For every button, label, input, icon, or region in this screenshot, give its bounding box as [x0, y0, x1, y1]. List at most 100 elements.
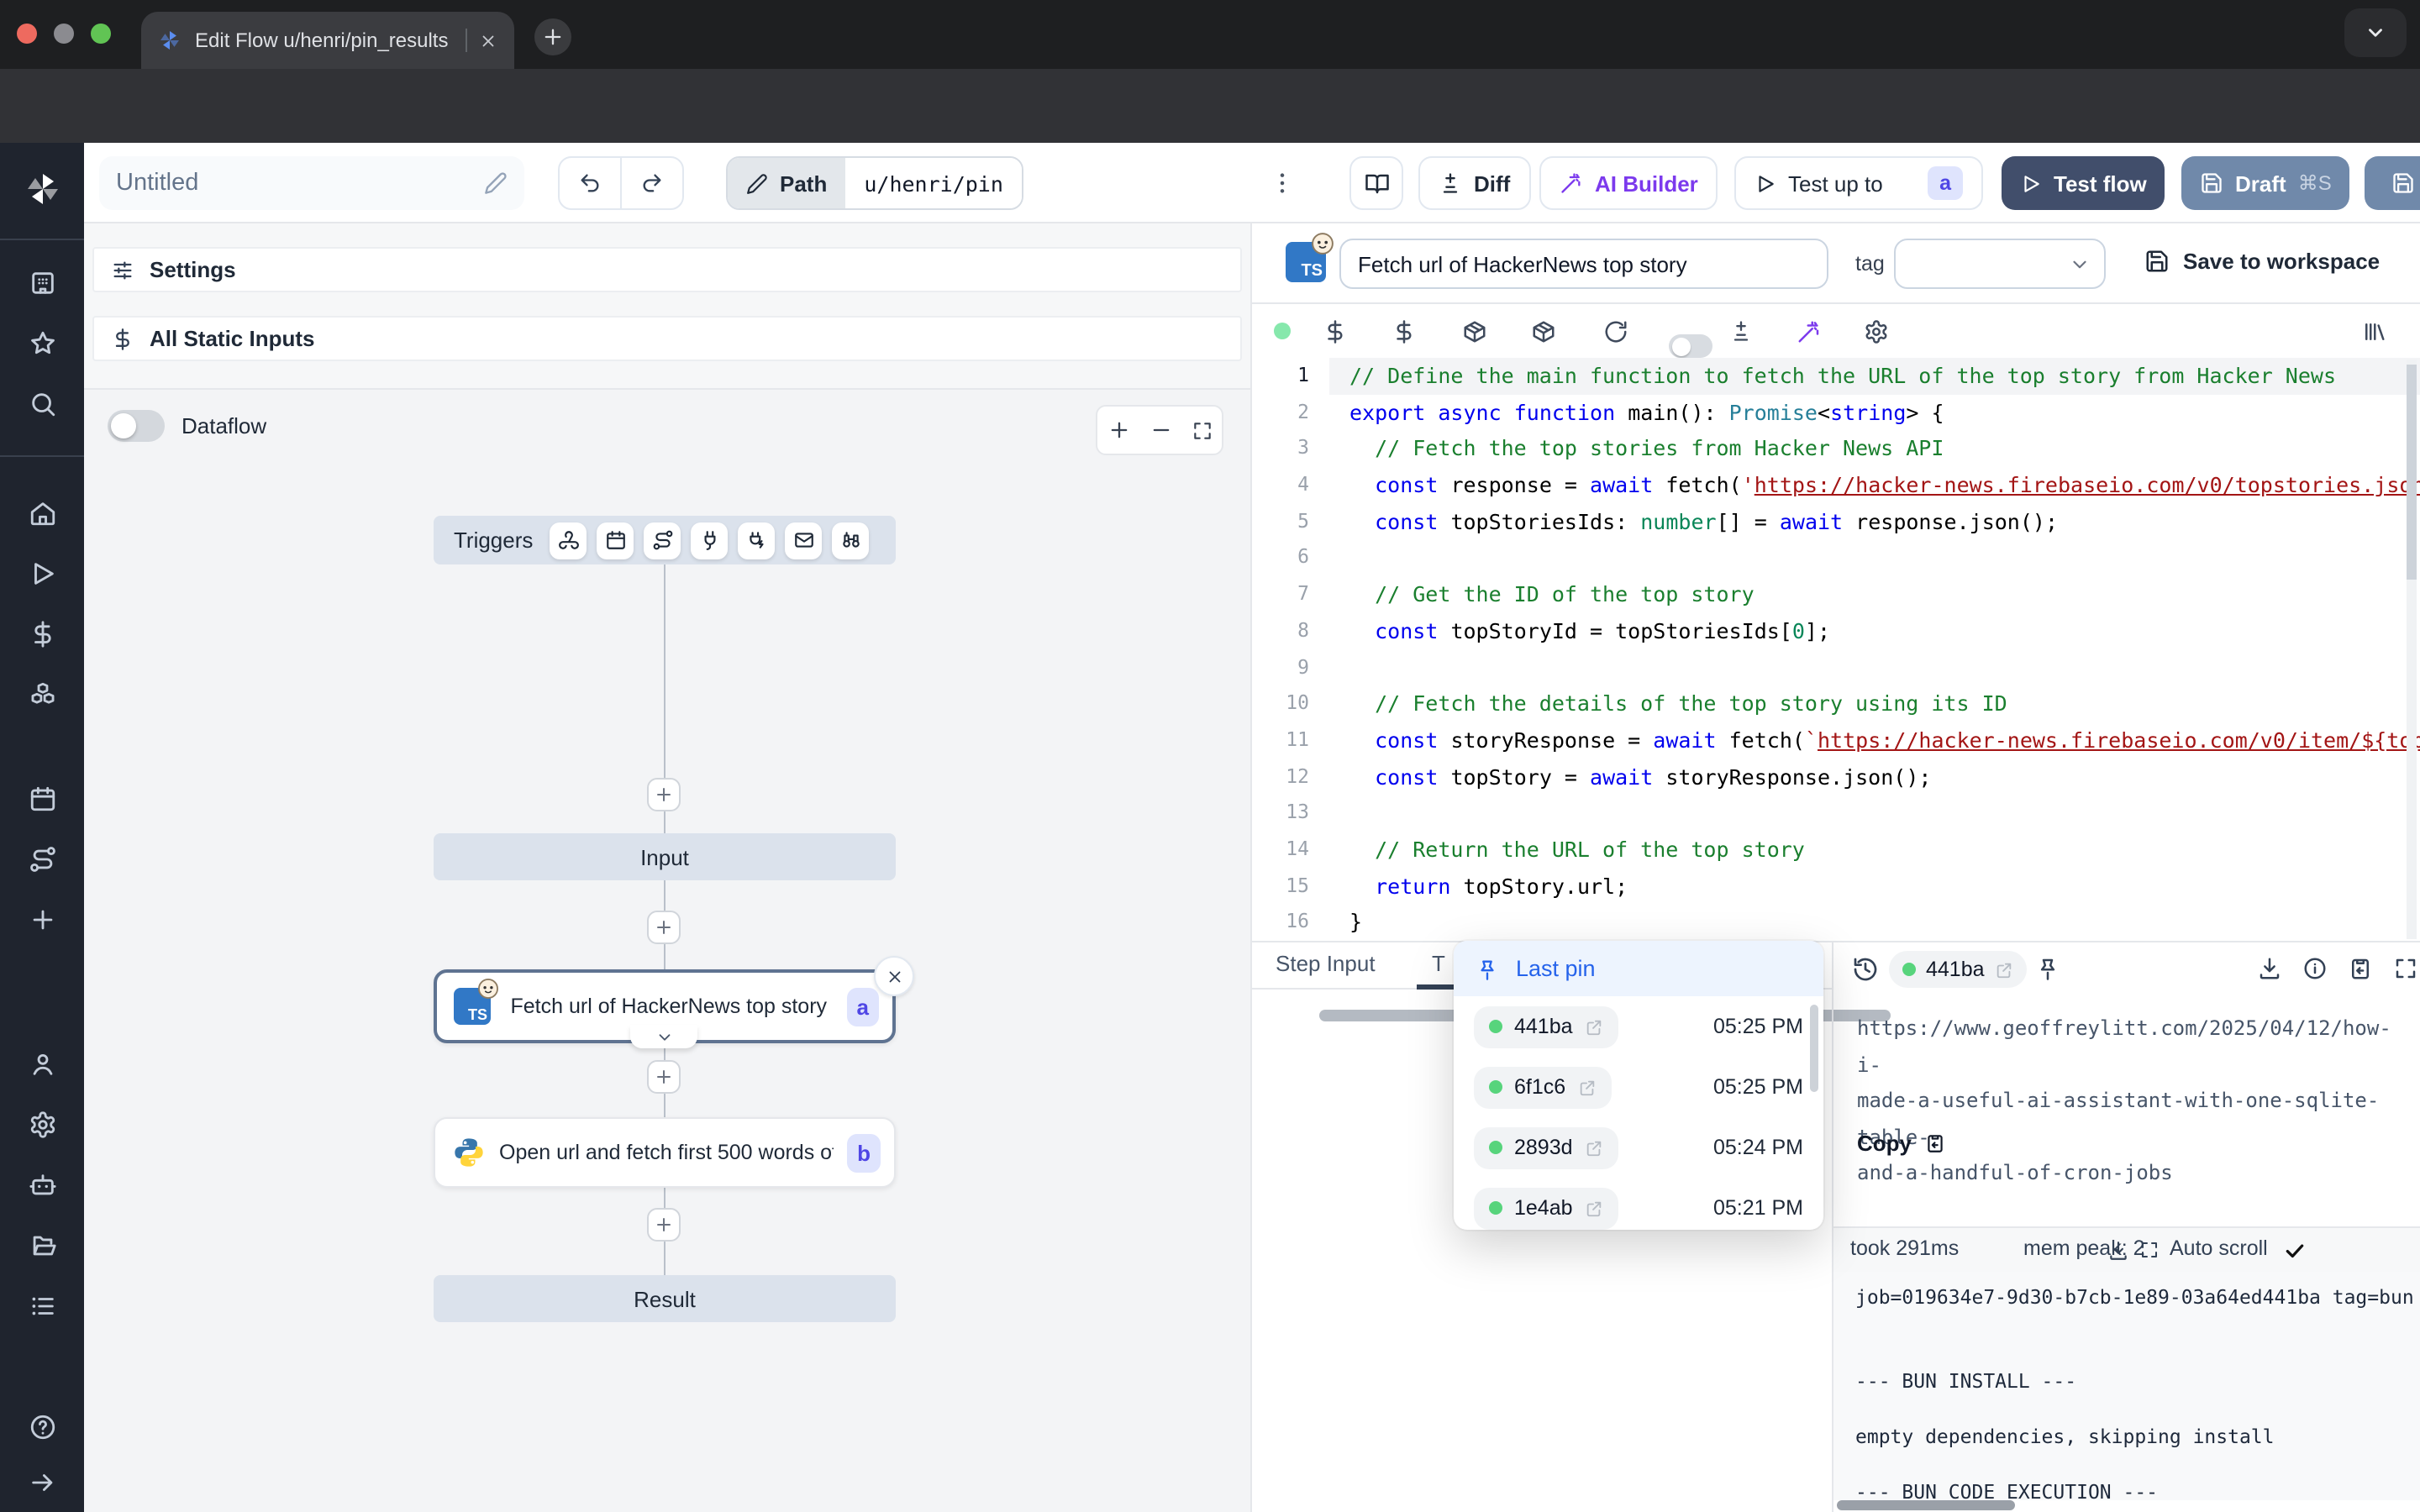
pin-id-pill[interactable]: 6f1c6 — [1474, 1066, 1611, 1108]
add-step-button[interactable] — [647, 1060, 681, 1094]
code-line[interactable]: 10 // Fetch the details of the top story… — [1252, 685, 2420, 722]
variables-button[interactable] — [1323, 319, 1348, 344]
editor-settings-button[interactable] — [1864, 319, 1889, 344]
code-line[interactable]: 2export async function main(): Promise<s… — [1252, 394, 2420, 430]
copy-button[interactable]: Copy — [1857, 1131, 1945, 1156]
add-step-button[interactable] — [647, 911, 681, 944]
redo-button[interactable] — [622, 158, 682, 208]
pin-id-pill[interactable]: 1e4ab — [1474, 1187, 1618, 1229]
code-line[interactable]: 14 // Return the URL of the top story — [1252, 832, 2420, 868]
sidebar-item-settings[interactable] — [0, 1110, 84, 1139]
remove-step-button[interactable] — [874, 956, 914, 996]
code-line[interactable]: 11 const storyResponse = await fetch(`ht… — [1252, 722, 2420, 759]
refresh-button[interactable] — [1603, 319, 1628, 344]
websocket-trigger-button[interactable] — [691, 522, 728, 559]
sidebar-item-favorites[interactable] — [0, 329, 84, 358]
pin-item[interactable]: 441ba05:25 PM — [1454, 996, 1823, 1057]
package-button[interactable] — [1462, 319, 1487, 344]
info-button[interactable] — [2302, 956, 2328, 981]
tab-close-icon[interactable] — [479, 31, 497, 50]
sidebar-item-home[interactable] — [0, 499, 84, 528]
code-editor[interactable]: 1// Define the main function to fetch th… — [1252, 358, 2420, 941]
add-step-button[interactable] — [647, 1208, 681, 1242]
ai-wand-button[interactable] — [1797, 319, 1822, 344]
sidebar-item-triggers[interactable] — [0, 845, 84, 874]
browser-tab[interactable]: Edit Flow u/henri/pin_results — [141, 12, 514, 69]
tab-partial[interactable]: T — [1432, 951, 1445, 976]
external-link-icon[interactable] — [1585, 1199, 1603, 1217]
maximize-window-button[interactable] — [91, 24, 111, 44]
code-line[interactable]: 12 const topStory = await storyResponse.… — [1252, 759, 2420, 795]
pin-button[interactable] — [2035, 956, 2060, 981]
code-line[interactable]: 13 — [1252, 795, 2420, 832]
sidebar-item-add[interactable] — [0, 906, 84, 934]
sidebar-item-logs[interactable] — [0, 1292, 84, 1320]
code-line[interactable]: 8 const topStoryId = topStoriesIds[0]; — [1252, 613, 2420, 649]
vertical-scrollbar[interactable] — [2407, 365, 2417, 580]
deploy-button[interactable]: Deploy — [2365, 156, 2420, 210]
ai-builder-button[interactable]: AI Builder — [1539, 156, 1718, 210]
pin-item[interactable]: 2893d05:24 PM — [1454, 1117, 1823, 1178]
flow-name-field[interactable]: Untitled — [99, 156, 524, 210]
copy-result-button[interactable] — [2348, 956, 2373, 981]
diff-mode-button[interactable] — [1729, 319, 1753, 343]
tab-step-input[interactable]: Step Input — [1276, 951, 1376, 976]
code-line[interactable]: 1// Define the main function to fetch th… — [1252, 358, 2420, 394]
log-output[interactable]: job=019634e7-9d30-b7cb-1e89-03a64ed441ba… — [1833, 1272, 2420, 1500]
input-node[interactable]: Input — [434, 833, 896, 880]
run-id-pill[interactable]: 441ba — [1889, 951, 2027, 988]
sidebar-collapse-button[interactable] — [0, 1468, 84, 1497]
code-line[interactable]: 7 // Get the ID of the top story — [1252, 576, 2420, 612]
package-button-2[interactable] — [1531, 319, 1556, 344]
download-result-button[interactable] — [2257, 956, 2282, 981]
pin-item[interactable]: 1e4ab05:21 PM — [1454, 1178, 1823, 1230]
code-line[interactable]: 3 // Fetch the top stories from Hacker N… — [1252, 431, 2420, 467]
sidebar-item-users[interactable] — [0, 1050, 84, 1079]
sidebar-item-search[interactable] — [0, 390, 84, 418]
minimize-window-button[interactable] — [54, 24, 74, 44]
result-node[interactable]: Result — [434, 1275, 896, 1322]
code-line[interactable]: 4 const response = await fetch('https://… — [1252, 467, 2420, 503]
pin-item[interactable]: 6f1c605:25 PM — [1454, 1057, 1823, 1117]
resources-button[interactable] — [1392, 319, 1417, 344]
external-link-icon[interactable] — [1995, 960, 2013, 979]
add-step-button[interactable] — [647, 778, 681, 811]
docs-button[interactable] — [1349, 156, 1403, 210]
sidebar-item-workers[interactable] — [0, 1171, 84, 1200]
undo-button[interactable] — [560, 158, 622, 208]
external-link-icon[interactable] — [1577, 1078, 1596, 1096]
auto-scroll-checkbox[interactable] — [2284, 1240, 2306, 1262]
dataflow-toggle[interactable] — [108, 410, 165, 442]
test-up-to-button[interactable]: Test up to a — [1734, 156, 1983, 210]
sidebar-item-schedules[interactable] — [0, 785, 84, 813]
more-options-button[interactable] — [1260, 156, 1304, 210]
new-tab-button[interactable] — [534, 18, 571, 55]
save-to-workspace-button[interactable]: Save to workspace — [2144, 249, 2380, 274]
sidebar-item-variables[interactable] — [0, 620, 84, 648]
sidebar-item-resources[interactable] — [0, 680, 84, 709]
dropdown-scrollbar[interactable] — [1810, 1005, 1818, 1092]
sidebar-item-workspace[interactable] — [0, 269, 84, 297]
pin-id-pill[interactable]: 2893d — [1474, 1126, 1618, 1168]
flow-graph[interactable]: Dataflow Triggers In — [84, 390, 1252, 1512]
code-line[interactable]: 15 return topStory.url; — [1252, 868, 2420, 904]
fit-view-icon[interactable] — [1191, 419, 1213, 441]
tab-search-button[interactable] — [2344, 8, 2407, 57]
download-logs-button[interactable] — [2107, 1240, 2129, 1262]
log-horizontal-scrollbar[interactable] — [1837, 1500, 2015, 1510]
windmill-logo[interactable] — [0, 170, 84, 208]
external-link-icon[interactable] — [1585, 1138, 1603, 1157]
code-line[interactable]: 5 const topStoriesIds: number[] = await … — [1252, 504, 2420, 540]
static-inputs-row[interactable]: All Static Inputs — [92, 316, 1242, 361]
schedule-trigger-button[interactable] — [597, 522, 634, 559]
expand-logs-button[interactable] — [2139, 1240, 2160, 1260]
code-line[interactable]: 16} — [1252, 905, 2420, 941]
result-url[interactable]: https://www.geoffreylitt.com/2025/04/12/… — [1857, 1011, 2412, 1192]
step-node-b[interactable]: Open url and fetch first 500 words of ..… — [434, 1117, 896, 1188]
external-link-icon[interactable] — [1585, 1017, 1603, 1036]
flow-settings-row[interactable]: Settings — [92, 247, 1242, 292]
history-button[interactable] — [1852, 956, 1879, 983]
code-line[interactable]: 9 — [1252, 649, 2420, 685]
pin-id-pill[interactable]: 441ba — [1474, 1005, 1618, 1047]
close-window-button[interactable] — [17, 24, 37, 44]
